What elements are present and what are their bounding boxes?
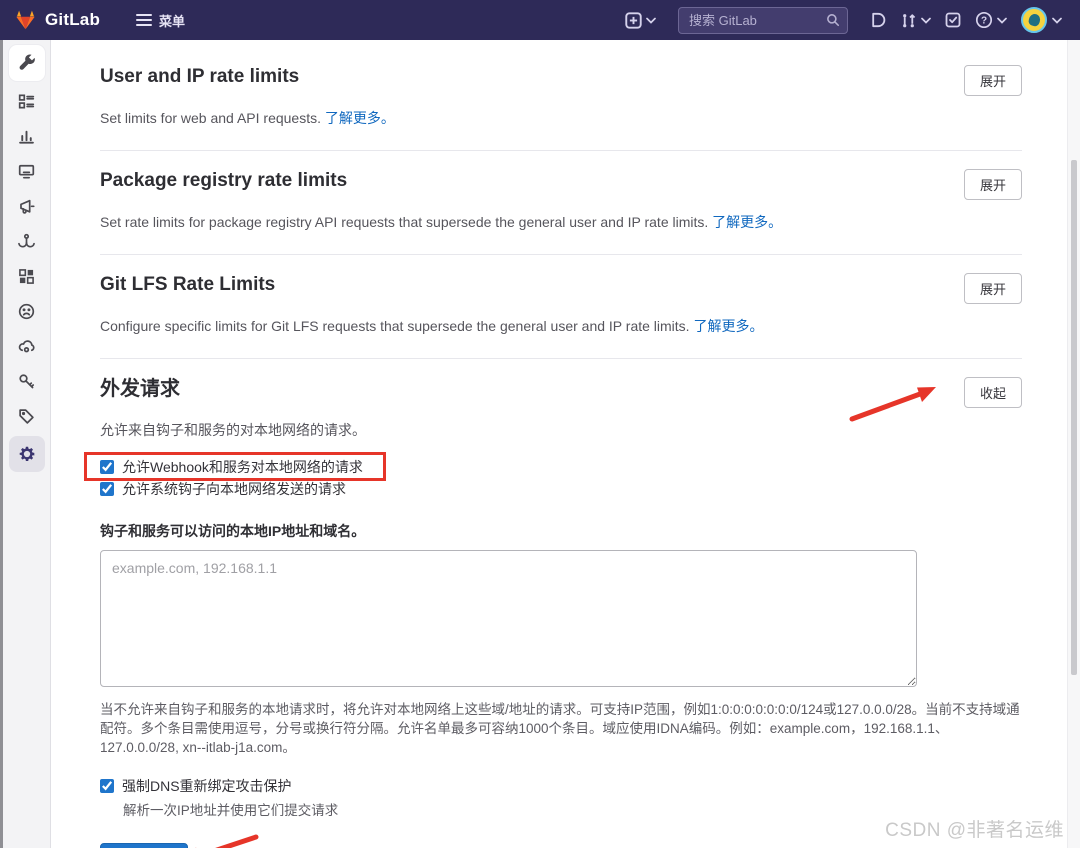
analytics-icon	[19, 130, 34, 144]
settings-content: User and IP rate limits 展开 Set limits fo…	[51, 40, 1080, 848]
wrench-admin-icon	[19, 54, 35, 70]
messages-megaphone-icon	[20, 199, 35, 214]
dns-rebinding-checkbox[interactable]	[100, 778, 114, 793]
gitlab-wordmark: GitLab	[45, 10, 101, 29]
learn-more-link[interactable]: 了解更多。	[693, 318, 763, 334]
admin-sidebar	[0, 40, 51, 848]
dns-rebinding-label[interactable]: 强制DNS重新绑定攻击保护	[122, 776, 292, 796]
section-description: Set rate limits for package registry API…	[100, 214, 783, 230]
divider	[100, 254, 1022, 255]
svg-text:?: ?	[981, 16, 987, 27]
sidebar-item-analytics[interactable]	[9, 121, 45, 151]
allow-system-hooks-checkbox[interactable]	[100, 481, 114, 496]
sidebar-item-monitoring[interactable]	[9, 156, 45, 186]
allowlist-textarea[interactable]	[100, 550, 917, 687]
search-icon	[827, 13, 840, 26]
allow-system-hooks-label[interactable]: 允许系统钩子向本地网络发送的请求	[122, 479, 346, 499]
section-user-ip-rate-limits: User and IP rate limits 展开 Set limits fo…	[100, 65, 1022, 128]
section-package-registry-rate-limits: Package registry rate limits 展开 Set rate…	[100, 169, 1022, 232]
chevron-down-icon	[997, 17, 1007, 24]
search-input[interactable]	[678, 6, 848, 34]
allow-webhook-checkbox[interactable]	[100, 459, 114, 474]
user-menu-button[interactable]	[1021, 7, 1062, 33]
system-hooks-icon	[18, 233, 35, 248]
dns-rebinding-block: 强制DNS重新绑定攻击保护 解析一次IP地址并使用它们提交请求	[100, 775, 1022, 819]
section-git-lfs-rate-limits: Git LFS Rate Limits 展开 Configure specifi…	[100, 273, 1022, 336]
section-title: Package registry rate limits	[100, 170, 348, 191]
todos-icon	[945, 12, 961, 28]
expand-button[interactable]: 展开	[963, 273, 1022, 304]
allow-webhook-label[interactable]: 允许Webhook和服务对本地网络的请求	[122, 457, 363, 477]
vertical-scrollbar[interactable]	[1067, 40, 1080, 848]
gitlab-tanuki-icon	[14, 9, 37, 31]
issues-button[interactable]	[870, 12, 886, 28]
sidebar-item-settings[interactable]	[8, 436, 45, 472]
credentials-key-icon	[19, 373, 35, 388]
section-outbound-requests: 外发请求 收起 允许来自钩子和服务的对本地网络的请求。 允许Webhook和服务…	[84, 377, 1022, 848]
allowlist-help-text: 当不允许来自钩子和服务的本地请求时，将允许对本地网络上这些域/地址的请求。可支持…	[100, 702, 1020, 755]
settings-gear-icon	[19, 446, 34, 461]
checkbox-row-system-hooks: 允许系统钩子向本地网络发送的请求	[100, 478, 1022, 499]
sidebar-item-applications[interactable]	[9, 261, 45, 291]
divider	[100, 358, 1022, 359]
menu-button[interactable]: 菜单	[136, 11, 185, 30]
allowlist-label: 钩子和服务可以访问的本地IP地址和域名。	[100, 523, 366, 539]
avatar	[1021, 7, 1047, 33]
save-changes-button[interactable]: 保存修改	[100, 843, 188, 848]
sidebar-item-deploy[interactable]	[9, 331, 45, 361]
abuse-reports-icon	[18, 303, 35, 319]
monitoring-icon	[18, 164, 35, 179]
expand-button[interactable]: 展开	[963, 169, 1022, 200]
save-row: 保存修改	[100, 834, 1022, 848]
sidebar-item-system-hooks[interactable]	[9, 226, 45, 256]
section-title: User and IP rate limits	[100, 66, 300, 87]
sidebar-item-overview[interactable]	[9, 86, 45, 116]
overview-icon	[18, 93, 35, 109]
issues-icon	[872, 12, 886, 28]
annotation-arrow-collapse	[849, 387, 936, 422]
help-button[interactable]: ?	[975, 11, 1007, 29]
deploy-cloud-icon	[18, 339, 35, 352]
section-description: Configure specific limits for Git LFS re…	[100, 318, 764, 334]
section-description: 允许来自钩子和服务的对本地网络的请求。	[100, 422, 366, 438]
section-title: Git LFS Rate Limits	[100, 274, 276, 295]
plus-square-icon	[625, 11, 642, 29]
labels-tag-icon	[19, 408, 34, 424]
scrollbar-thumb[interactable]	[1071, 160, 1077, 675]
learn-more-link[interactable]: 了解更多。	[325, 110, 395, 126]
divider	[100, 150, 1022, 151]
annotation-arrow-save	[195, 834, 259, 848]
gitlab-logo[interactable]: GitLab	[14, 9, 100, 31]
checkbox-row-webhook: 允许Webhook和服务对本地网络的请求	[84, 452, 1022, 481]
todos-button[interactable]	[945, 12, 961, 28]
sidebar-item-admin-overview[interactable]	[8, 45, 45, 81]
learn-more-link[interactable]: 了解更多。	[712, 214, 782, 230]
sidebar-item-credentials[interactable]	[9, 366, 45, 396]
merge-requests-icon	[903, 13, 916, 27]
expand-button[interactable]: 展开	[963, 65, 1022, 96]
chevron-down-icon	[921, 17, 931, 24]
section-description: Set limits for web and API requests. 了解更…	[100, 110, 395, 126]
collapse-button[interactable]: 收起	[963, 377, 1022, 408]
merge-requests-button[interactable]	[900, 12, 931, 29]
sidebar-item-messages[interactable]	[9, 191, 45, 221]
section-title: 外发请求	[100, 378, 180, 400]
outbound-form: 允许Webhook和服务对本地网络的请求 允许系统钩子向本地网络发送的请求 钩子…	[84, 452, 1022, 848]
watermark: CSDN @非著名运维	[885, 820, 1064, 841]
new-menu-button[interactable]	[625, 11, 656, 29]
top-navigation-bar: GitLab 菜单 ?	[0, 0, 1080, 40]
hamburger-icon	[136, 14, 153, 26]
chevron-down-icon	[646, 17, 656, 24]
sidebar-item-labels[interactable]	[9, 401, 45, 431]
chevron-down-icon	[1052, 17, 1062, 24]
sidebar-item-abuse-reports[interactable]	[9, 296, 45, 326]
help-icon: ?	[975, 11, 993, 29]
applications-icon	[19, 268, 34, 284]
checkbox-row-dns: 强制DNS重新绑定攻击保护	[100, 775, 1022, 796]
